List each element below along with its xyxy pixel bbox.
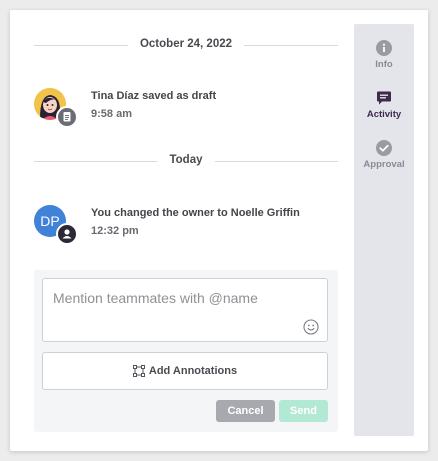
activity-panel: October 24, 2022 Tina Díaz saved as draf… <box>10 10 428 451</box>
mention-input[interactable]: Mention teammates with @name <box>42 278 328 342</box>
add-annotations-button[interactable]: Add Annotations <box>42 352 328 390</box>
emoji-icon[interactable] <box>303 319 319 335</box>
add-annotations-label: Add Annotations <box>148 365 238 377</box>
send-button[interactable]: Send <box>279 400 328 422</box>
mention-input-placeholder: Mention teammates with @name <box>53 290 258 306</box>
sidebar-item-label: Info <box>375 59 393 70</box>
check-circle-icon <box>376 140 392 156</box>
sidebar-item-approval[interactable]: Approval <box>354 140 414 170</box>
sidebar-item-activity[interactable]: Activity <box>354 90 414 120</box>
sidebar-item-info[interactable]: Info <box>354 40 414 70</box>
cancel-button[interactable]: Cancel <box>216 400 275 422</box>
sidebar-item-label: Approval <box>363 159 405 170</box>
activity-time: 9:58 am <box>91 108 132 120</box>
user-badge-icon <box>56 223 78 245</box>
activity-title: Tina Díaz saved as draft <box>91 90 217 102</box>
avatar-initials: DP <box>40 213 60 229</box>
date-divider-label: Today <box>157 154 215 166</box>
chat-icon <box>377 91 391 105</box>
sidebar-item-label: Activity <box>366 109 402 120</box>
info-icon <box>376 40 392 56</box>
document-badge-icon <box>56 106 78 128</box>
activity-feed: October 24, 2022 Tina Díaz saved as draf… <box>10 10 354 451</box>
date-divider: Today <box>34 154 338 168</box>
activity-title: You changed the owner to Noelle Griffin <box>91 207 300 219</box>
date-divider-label: October 24, 2022 <box>127 38 245 50</box>
annotation-icon <box>132 365 145 377</box>
activity-time: 12:32 pm <box>91 225 139 237</box>
sidebar-nav: Info Activity Approval <box>354 24 414 436</box>
date-divider: October 24, 2022 <box>34 38 338 52</box>
comment-composer: Mention teammates with @name Add Annotat… <box>34 270 338 432</box>
